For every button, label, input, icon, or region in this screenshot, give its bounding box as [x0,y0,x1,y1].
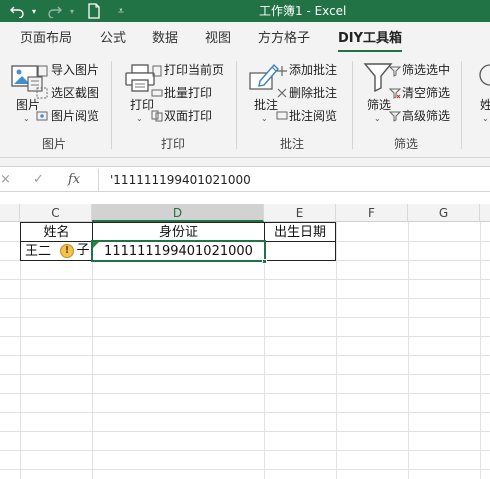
import-picture-button[interactable]: 导入图片 [51,61,99,79]
undo-dropdown-icon[interactable]: ▾ [28,1,40,21]
picture-browse-icon [36,110,48,125]
column-header-next[interactable] [480,204,490,222]
group-separator [111,61,112,149]
add-comment-icon [276,65,288,80]
group-separator [236,61,237,149]
new-document-icon[interactable] [84,1,104,21]
filter-selected-icon [388,65,402,80]
tab-view[interactable]: 视图 [205,22,231,55]
gridline [0,298,490,299]
tab-ffgz[interactable]: 方方格子 [258,22,310,55]
filter-selected-button[interactable]: 筛选选中 [402,61,450,79]
redo-icon[interactable] [44,1,66,21]
import-picture-icon [36,65,48,80]
gridline [0,374,490,375]
formula-gap [0,192,490,204]
picture-browse-button[interactable]: 图片阅览 [51,107,99,125]
gridline [0,450,490,451]
cell-e-data[interactable] [264,241,336,261]
formula-strip [0,158,490,166]
duplex-print-button[interactable]: 双面打印 [164,107,212,125]
ribbon-tabs: 页面布局 公式 数据 视图 方方格子 DIY工具箱 [0,22,490,55]
gridline [0,412,490,413]
gridline [0,393,490,394]
filter-button-label[interactable]: 筛选 [367,96,391,113]
batch-print-button[interactable]: 批量打印 [164,84,212,102]
gridline [0,317,490,318]
partial-button-icon[interactable] [476,63,490,96]
formula-separator [98,169,99,191]
region-screenshot-icon [36,87,48,102]
picture-dropdown-icon[interactable]: ⌄ [23,114,30,123]
insert-function-icon[interactable]: fx [68,171,80,189]
group-separator [461,61,462,149]
column-header-g[interactable]: G [408,204,480,222]
browse-comment-icon [276,110,288,125]
tab-diy-toolbox[interactable]: DIY工具箱 [338,22,403,55]
region-screenshot-button[interactable]: 选区截图 [51,84,99,102]
comment-button-label[interactable]: 批注 [254,96,278,113]
tab-diy-toolbox-label: DIY工具箱 [338,31,403,46]
number-as-text-indicator [93,242,99,248]
cancel-icon[interactable]: × [0,171,11,189]
formula-input[interactable]: '111111199401021000 [110,171,251,189]
print-current-page-button[interactable]: 打印当前页 [164,61,224,79]
browse-comment-button[interactable]: 批注阅览 [289,107,337,125]
gridline [0,279,490,280]
worksheet-grid[interactable]: C D E F G 姓名 身份证 出生日期 王二 ! 子 11111119940… [0,204,490,479]
formula-bar: × ✓ fx '111111199401021000 [0,166,490,192]
error-warning-icon[interactable]: ! [60,244,74,258]
group-separator [352,61,353,149]
clear-filter-icon [388,87,402,102]
picture-group-label: 图片 [42,137,67,151]
cell-e-header[interactable]: 出生日期 [264,222,336,242]
clear-filter-button[interactable]: 清空筛选 [402,84,450,102]
undo-icon[interactable] [6,1,28,21]
delete-comment-button[interactable]: 删除批注 [289,84,337,102]
print-group-label: 打印 [161,137,186,151]
batch-print-icon [151,87,163,102]
print-current-page-icon [151,65,163,80]
window-title: 工作簿1 - Excel [259,4,347,18]
gridline [0,469,490,470]
tab-formulas[interactable]: 公式 [100,22,126,55]
column-header-prev[interactable] [0,204,20,222]
redo-dropdown-icon[interactable]: ▾ [66,1,78,21]
column-header-c[interactable]: C [20,204,92,222]
partial-button-label[interactable]: 姓 [480,96,490,113]
tab-data[interactable]: 数据 [152,22,178,55]
gridline [0,336,490,337]
cell-c-overflow-text: 子 [76,243,90,258]
column-header-e[interactable]: E [264,204,336,222]
comment-group-label: 批注 [280,137,305,151]
column-header-d[interactable]: D [92,204,264,222]
customize-quick-access-icon[interactable]: ⩡ [114,1,128,21]
selected-cell-border [91,240,266,262]
filter-dropdown-icon[interactable]: ⌄ [374,114,381,123]
ribbon: 图片 ⌄ 导入图片 选区截图 图片阅览 图片 打印 ⌄ 打印当前页 批量打印 双… [0,55,490,158]
confirm-icon[interactable]: ✓ [33,171,44,189]
cell-c-header[interactable]: 姓名 [20,222,93,242]
add-comment-button[interactable]: 添加批注 [289,61,337,79]
title-bar: ▾ ▾ ⩡ 工作簿1 - Excel [0,0,490,22]
cell-d-header[interactable]: 身份证 [92,222,265,242]
gridline [0,355,490,356]
tab-page-layout[interactable]: 页面布局 [20,22,72,55]
comment-dropdown-icon[interactable]: ⌄ [261,114,268,123]
filter-group-label: 筛选 [394,137,419,151]
cell-c-data-text: 王二 [25,244,52,259]
advanced-filter-button[interactable]: 高级筛选 [402,107,450,125]
active-tab-indicator [338,50,403,52]
gridline [0,431,490,432]
print-dropdown-icon[interactable]: ⌄ [136,114,143,123]
delete-comment-icon [276,87,288,102]
column-header-f[interactable]: F [336,204,408,222]
column-headers: C D E F G [0,204,490,222]
duplex-print-icon [151,110,163,125]
advanced-filter-icon [388,110,402,125]
partial-dropdown-icon[interactable]: ⌄ [482,114,489,123]
fill-handle[interactable] [262,259,267,264]
